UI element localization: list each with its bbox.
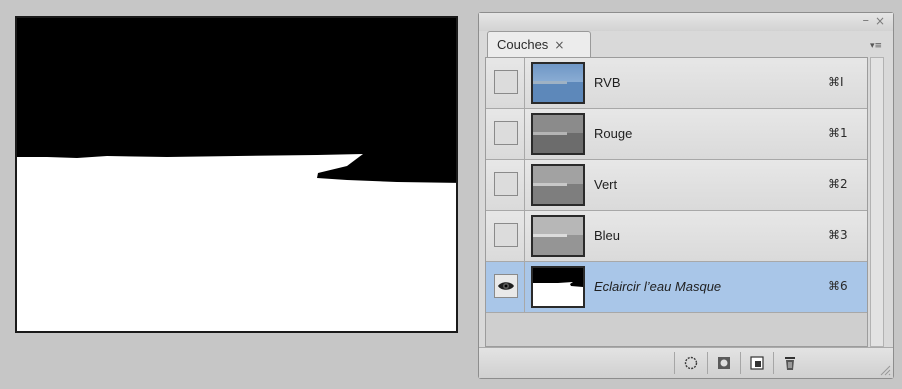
visibility-toggle[interactable]	[494, 70, 518, 94]
tab-close-icon[interactable]: ×	[554, 38, 564, 52]
channels-panel: – × Couches × ▾≡ RVB ⌘I Rouge ⌘1 Vert ⌘2…	[478, 12, 894, 379]
channel-shortcut: ⌘6	[828, 279, 848, 293]
delete-channel-button[interactable]	[773, 352, 806, 374]
channel-shortcut: ⌘3	[828, 228, 848, 242]
visibility-cell[interactable]	[486, 109, 525, 159]
new-channel-icon	[750, 356, 764, 370]
load-selection-button[interactable]	[674, 352, 707, 374]
close-icon[interactable]: ×	[875, 15, 885, 27]
channel-row-rouge[interactable]: Rouge ⌘1	[486, 109, 867, 160]
panel-menu-icon[interactable]: ▾≡	[869, 39, 883, 53]
channel-row-vert[interactable]: Vert ⌘2	[486, 160, 867, 211]
channel-name: Bleu	[594, 228, 621, 243]
visibility-cell[interactable]	[486, 58, 525, 108]
channel-thumbnail	[531, 113, 585, 155]
channel-shortcut: ⌘I	[828, 75, 844, 89]
save-selection-button[interactable]	[707, 352, 740, 374]
visibility-cell[interactable]	[486, 262, 525, 312]
visibility-cell[interactable]	[486, 160, 525, 210]
channel-name: Eclaircir l’eau Masque	[594, 279, 722, 294]
save-selection-as-channel-icon	[718, 357, 730, 369]
channel-thumbnail	[531, 164, 585, 206]
channel-row-bleu[interactable]: Bleu ⌘3	[486, 211, 867, 262]
channel-shortcut: ⌘2	[828, 177, 848, 191]
channel-row-rvb[interactable]: RVB ⌘I	[486, 58, 867, 109]
visibility-toggle[interactable]	[494, 121, 518, 145]
channel-row-mask[interactable]: Eclaircir l’eau Masque ⌘6	[486, 262, 867, 313]
tab-couches[interactable]: Couches ×	[487, 31, 591, 57]
new-channel-button[interactable]	[740, 352, 773, 374]
document-canvas[interactable]	[15, 16, 458, 333]
visibility-toggle[interactable]	[494, 274, 518, 298]
scrollbar[interactable]	[870, 57, 884, 347]
mask-image	[17, 18, 456, 331]
channel-shortcut: ⌘1	[828, 126, 848, 140]
panel-footer	[479, 347, 893, 378]
visibility-toggle[interactable]	[494, 172, 518, 196]
channel-list: RVB ⌘I Rouge ⌘1 Vert ⌘2 Bleu ⌘3 Eclairci…	[485, 57, 868, 347]
visibility-toggle[interactable]	[494, 223, 518, 247]
tab-label: Couches	[497, 37, 549, 52]
channel-thumbnail	[531, 62, 585, 104]
visibility-cell[interactable]	[486, 211, 525, 261]
channel-thumbnail	[531, 215, 585, 257]
panel-title-bar[interactable]	[479, 13, 893, 31]
load-channel-as-selection-icon	[684, 356, 698, 370]
minimize-icon[interactable]: –	[863, 14, 870, 27]
channel-name: RVB	[594, 75, 621, 90]
channel-name: Rouge	[594, 126, 633, 141]
channel-name: Vert	[594, 177, 618, 192]
resize-grip-icon[interactable]	[879, 364, 891, 376]
channel-thumbnail	[531, 266, 585, 308]
eye-icon	[498, 282, 514, 290]
delete-channel-icon	[785, 357, 795, 370]
